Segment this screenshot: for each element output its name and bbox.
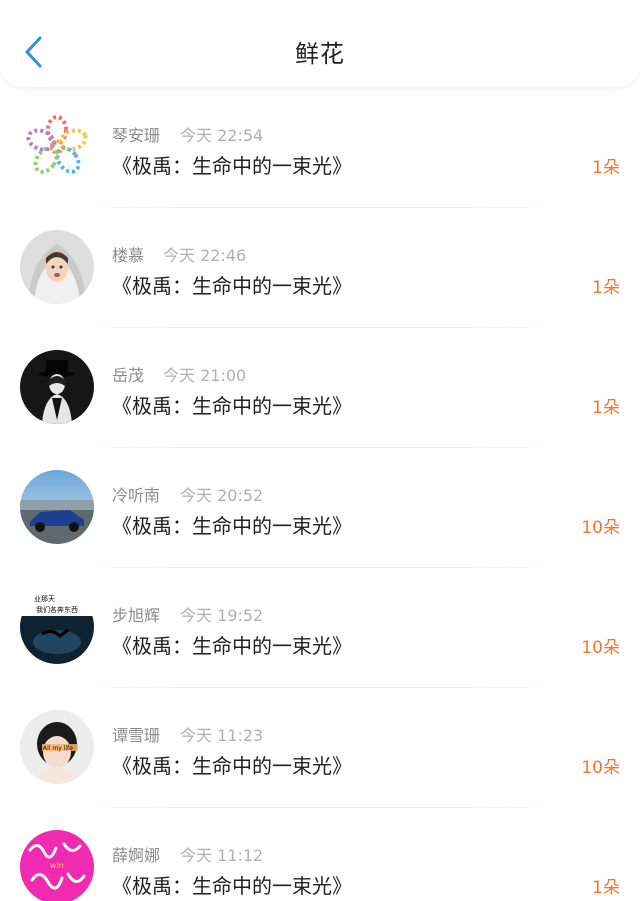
list-item[interactable]: 岳茂 今天 21:00 《极禹：生命中的一束光》 1朵 bbox=[0, 328, 640, 448]
sender-name: 步旭辉 bbox=[112, 606, 161, 625]
hooded-girl-avatar bbox=[20, 230, 94, 304]
send-time: 今天 22:54 bbox=[180, 126, 264, 145]
sender-name: 楼慕 bbox=[112, 246, 145, 265]
flower-record-list: 琴安珊 今天 22:54 《极禹：生命中的一束光》 1朵 楼慕 今天 22:46… bbox=[0, 88, 640, 901]
svg-text:All my life: All my life bbox=[43, 745, 73, 752]
list-item[interactable]: 业那天 我们各奔东西 步旭辉 今天 19:52 《极禹：生命中的一束光》 10朵 bbox=[0, 568, 640, 688]
svg-text:我们各奔东西: 我们各奔东西 bbox=[36, 605, 78, 614]
girl-face-avatar: All my life bbox=[20, 710, 94, 784]
top-hat-figure-avatar bbox=[20, 350, 94, 424]
book-title[interactable]: 《极禹：生命中的一束光》 bbox=[112, 510, 352, 539]
book-title[interactable]: 《极禹：生命中的一束光》 bbox=[112, 870, 352, 899]
list-item[interactable]: 琴安珊 今天 22:54 《极禹：生命中的一束光》 1朵 bbox=[0, 88, 640, 208]
book-title[interactable]: 《极禹：生命中的一束光》 bbox=[112, 270, 352, 299]
book-title[interactable]: 《极禹：生命中的一束光》 bbox=[112, 390, 352, 419]
svg-text:业那天: 业那天 bbox=[34, 594, 55, 603]
send-time: 今天 11:23 bbox=[180, 726, 264, 745]
sender-name: 冷听南 bbox=[112, 486, 161, 505]
flower-count: 1朵 bbox=[592, 158, 620, 178]
page-title: 鲜花 bbox=[295, 40, 345, 68]
flower-count: 10朵 bbox=[581, 638, 620, 658]
flower-count: 1朵 bbox=[592, 398, 620, 418]
blue-car-avatar bbox=[20, 470, 94, 544]
send-time: 今天 22:46 bbox=[163, 246, 247, 265]
list-item[interactable]: 冷听南 今天 20:52 《极禹：生命中的一束光》 10朵 bbox=[0, 448, 640, 568]
book-title[interactable]: 《极禹：生命中的一束光》 bbox=[112, 150, 352, 179]
flower-count: 1朵 bbox=[592, 278, 620, 298]
top-nav-bar: 鲜花 bbox=[0, 0, 640, 87]
svg-text:win: win bbox=[50, 861, 64, 870]
flower-ring-avatar bbox=[20, 110, 94, 184]
night-text-avatar: 业那天 我们各奔东西 bbox=[20, 590, 94, 664]
send-time: 今天 11:12 bbox=[180, 846, 264, 865]
pink-handwriting-avatar: win bbox=[20, 830, 94, 901]
book-title[interactable]: 《极禹：生命中的一束光》 bbox=[112, 630, 352, 659]
sender-name: 薛婀娜 bbox=[112, 846, 161, 865]
flower-count: 10朵 bbox=[581, 518, 620, 538]
flower-count: 10朵 bbox=[581, 758, 620, 778]
flowers-page: 鲜花 琴安珊 今天 22:54 《极禹：生命中的一束光》 1朵 楼慕 今天 22… bbox=[0, 0, 640, 901]
flower-count: 1朵 bbox=[592, 878, 620, 898]
list-item[interactable]: 楼慕 今天 22:46 《极禹：生命中的一束光》 1朵 bbox=[0, 208, 640, 328]
sender-name: 岳茂 bbox=[112, 366, 145, 385]
book-title[interactable]: 《极禹：生命中的一束光》 bbox=[112, 750, 352, 779]
sender-name: 琴安珊 bbox=[112, 126, 161, 145]
send-time: 今天 20:52 bbox=[180, 486, 264, 505]
list-item[interactable]: win 薛婀娜 今天 11:12 《极禹：生命中的一束光》 1朵 bbox=[0, 808, 640, 901]
send-time: 今天 19:52 bbox=[180, 606, 264, 625]
send-time: 今天 21:00 bbox=[163, 366, 247, 385]
list-item[interactable]: All my life 谭雪珊 今天 11:23 《极禹：生命中的一束光》 10… bbox=[0, 688, 640, 808]
sender-name: 谭雪珊 bbox=[112, 726, 161, 745]
